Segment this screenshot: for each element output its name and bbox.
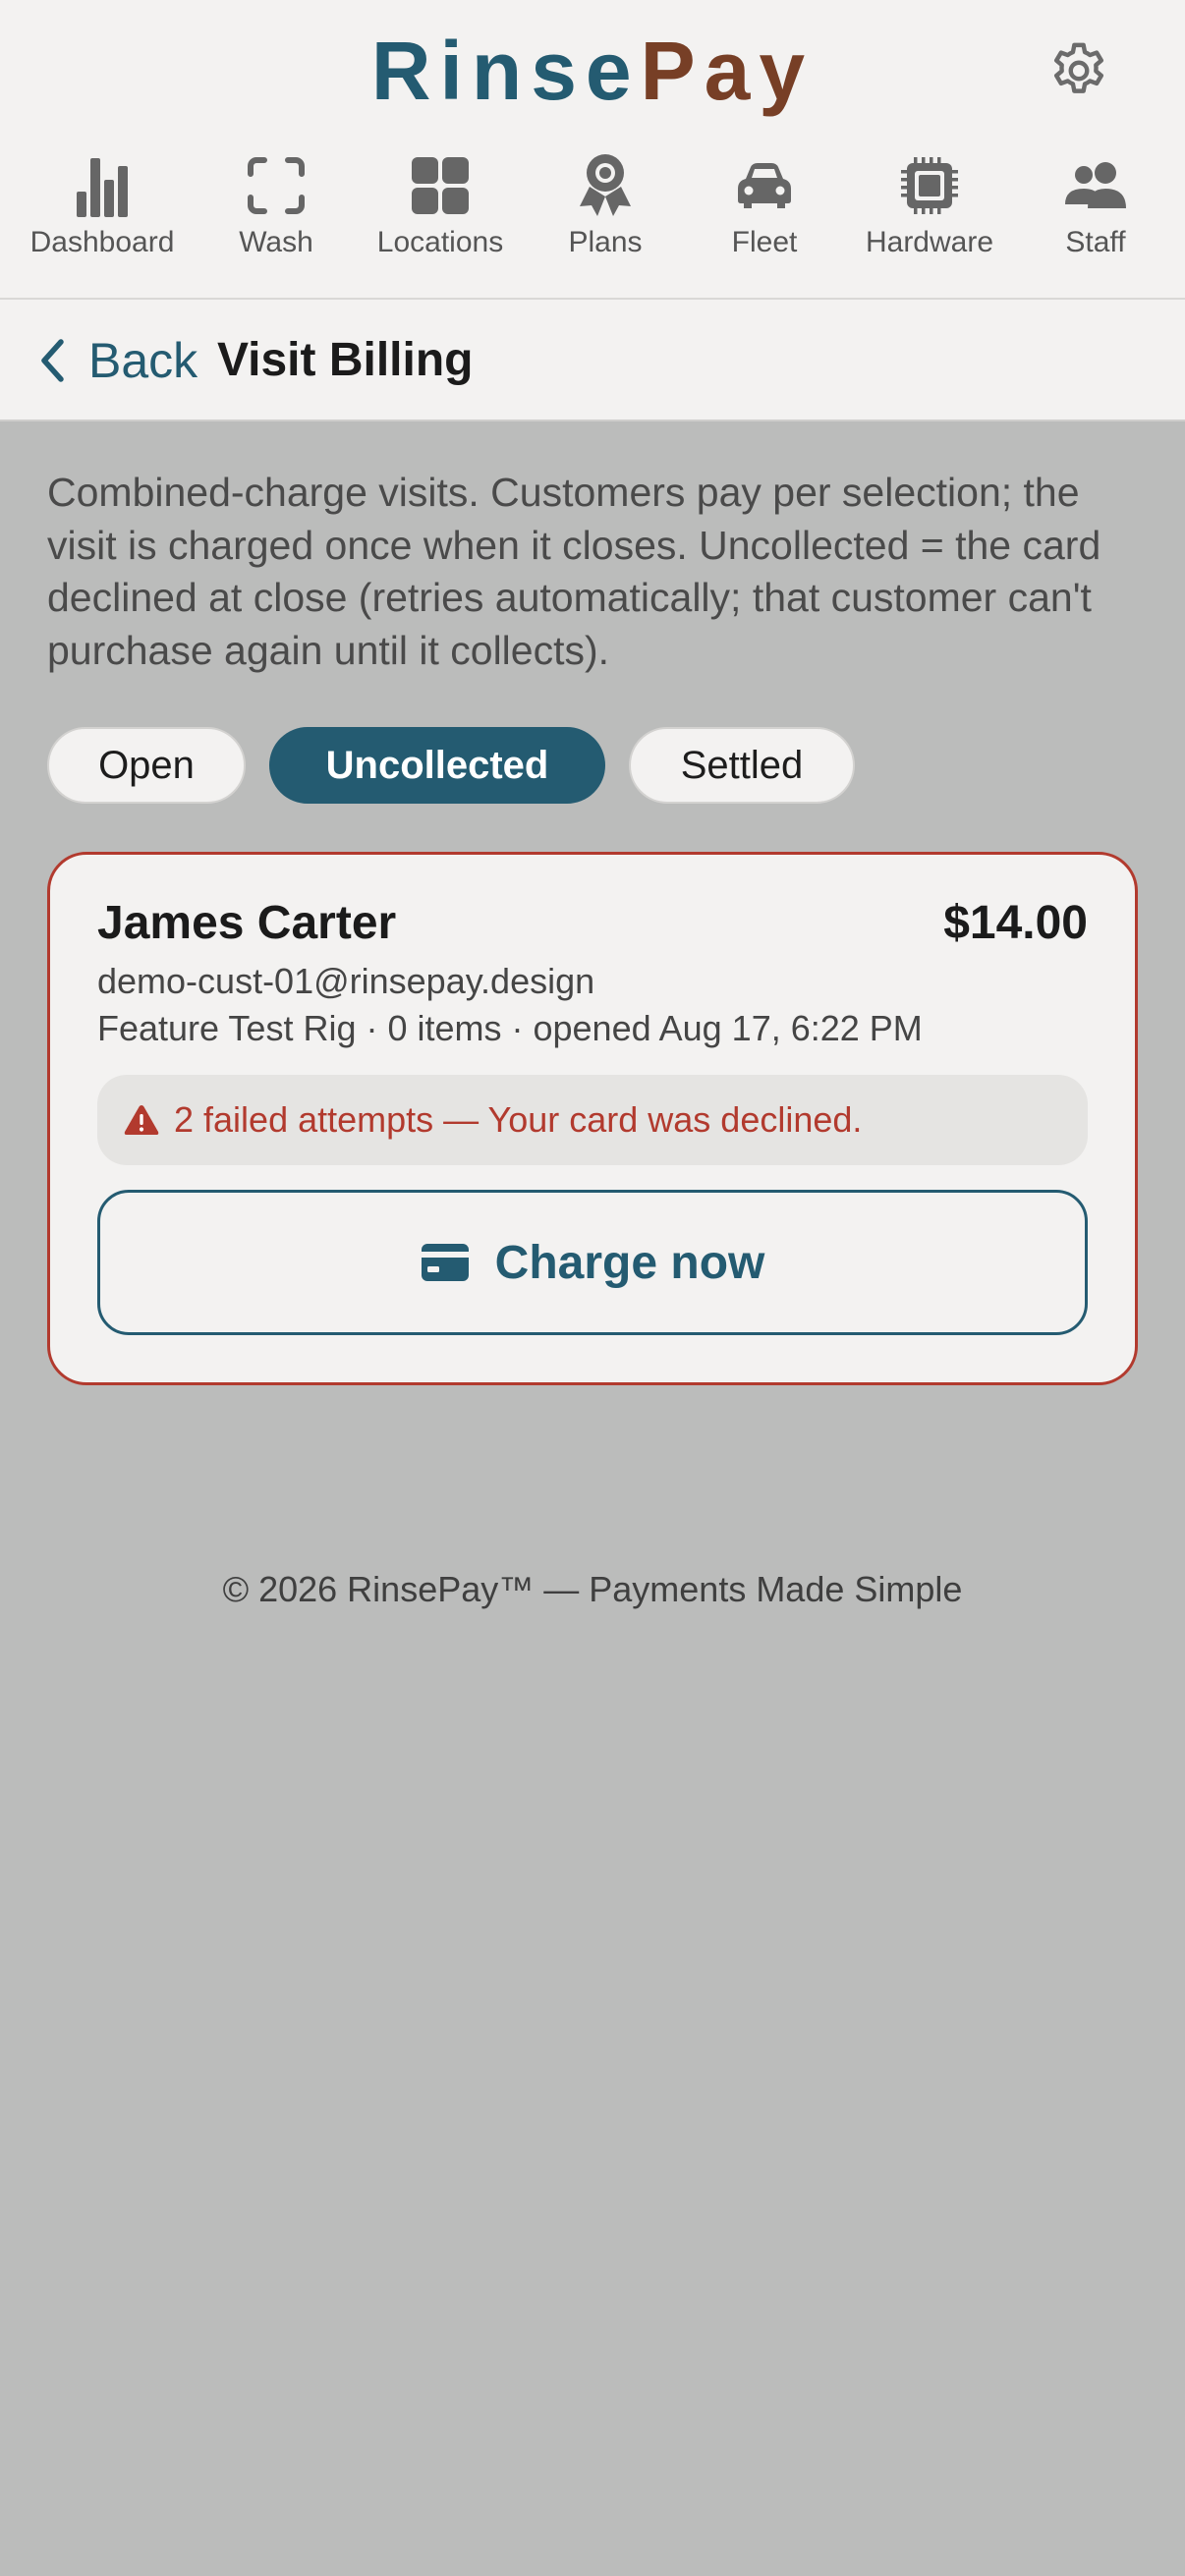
settings-button[interactable] [1044,35,1114,106]
chip-icon [901,157,958,214]
grid-icon [412,157,469,214]
status-filter-tabs: Open Uncollected Settled [47,727,878,806]
nav-label: Wash [239,226,313,258]
subheader: Back Visit Billing [0,300,1185,421]
customer-email: demo-cust-01@rinsepay.design [97,961,595,1001]
credit-card-icon [421,1244,469,1281]
car-icon [738,163,791,208]
bar-chart-icon [77,158,128,217]
warning-icon [124,1105,159,1135]
nav-item-hardware[interactable]: Hardware [846,153,1013,259]
nav-label: Dashboard [29,226,175,258]
footer-copyright: © 2026 RinsePay™ — Payments Made Simple [222,1569,963,1609]
app-header: RinsePay Dashboard Wash Locations Plans … [0,0,1185,300]
page-title: Visit Billing [217,334,474,386]
award-ribbon-icon [580,154,631,216]
charge-now-button[interactable]: Charge now [97,1190,1088,1335]
nav-label: Locations [376,226,504,258]
nav-item-staff[interactable]: Staff [1012,153,1179,259]
nav-item-fleet[interactable]: Fleet [681,153,848,259]
nav-item-plans[interactable]: Plans [522,153,689,259]
visit-amount: $14.00 [943,897,1088,949]
alert-text: 2 failed attempts — Your card was declin… [174,1099,863,1140]
customer-name: James Carter [97,897,397,949]
nav-item-wash[interactable]: Wash [193,153,360,259]
nav-item-dashboard[interactable]: Dashboard [19,153,186,259]
intro-text: Combined-charge visits. Customers pay pe… [47,470,1101,673]
brand-part-2: Pay [640,25,815,117]
visit-meta: Feature Test Rig · 0 items · opened Aug … [97,1008,923,1048]
brand-logo: RinsePay [0,22,1185,120]
failed-attempts-alert: 2 failed attempts — Your card was declin… [97,1075,1088,1165]
brand-part-1: Rinse [370,25,641,117]
back-label: Back [88,333,198,388]
gear-icon [1053,42,1104,93]
nav-label: Staff [1065,226,1126,258]
nav-label: Plans [568,226,643,258]
nav-item-locations[interactable]: Locations [357,153,524,259]
scan-frame-icon [248,157,305,214]
tab-uncollected[interactable]: Uncollected [269,727,605,804]
back-button[interactable]: Back [37,329,198,392]
visit-card: James Carter $14.00 demo-cust-01@rinsepa… [47,852,1138,1385]
main-nav: Dashboard Wash Locations Plans Fleet Har… [0,153,1185,271]
nav-label: Hardware [865,226,994,258]
tab-settled[interactable]: Settled [629,727,855,804]
chevron-left-icon [41,339,64,382]
nav-label: Fleet [731,226,798,258]
tab-open[interactable]: Open [47,727,246,804]
users-icon [1065,162,1126,208]
charge-now-label: Charge now [494,1236,765,1289]
